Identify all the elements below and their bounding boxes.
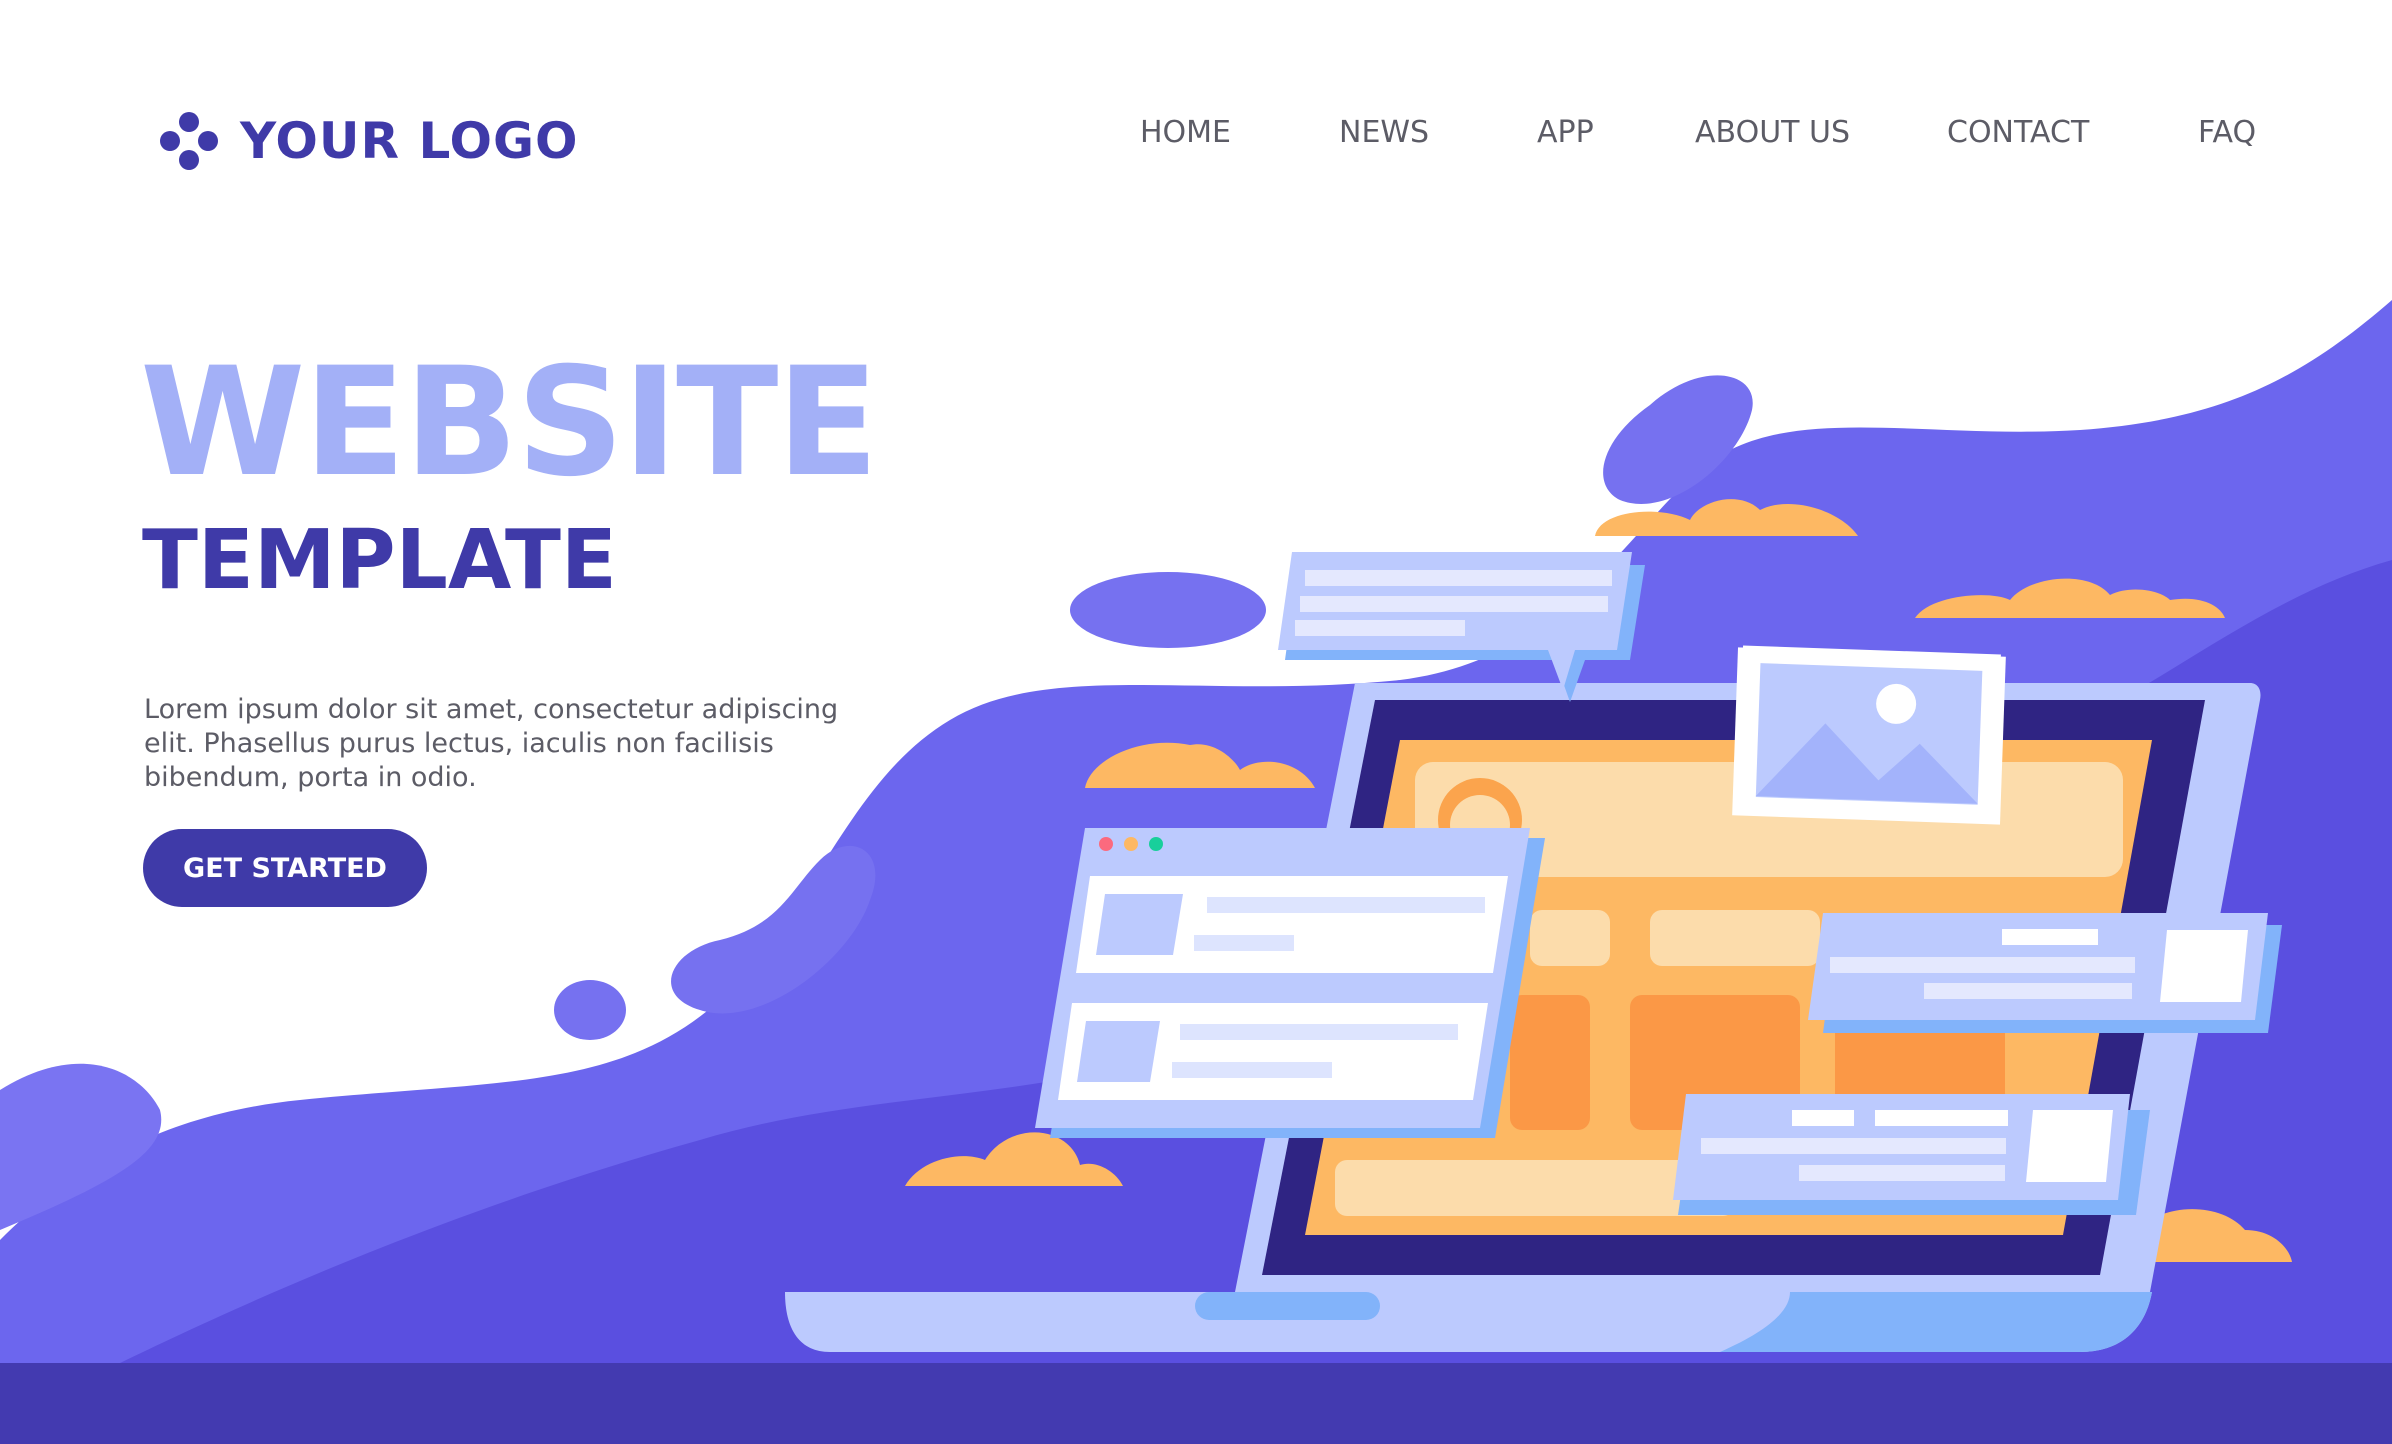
notification-card bbox=[1808, 913, 2282, 1033]
nav-about-us[interactable]: ABOUT US bbox=[1695, 115, 1850, 150]
browser-window bbox=[1035, 828, 1545, 1138]
footer-bar bbox=[0, 1363, 2392, 1444]
blob bbox=[1070, 572, 1266, 648]
laptop-notch bbox=[1195, 1292, 1380, 1320]
nav-home[interactable]: HOME bbox=[1140, 115, 1231, 150]
hero-title: WEBSITE bbox=[140, 336, 879, 510]
screen-pill bbox=[1530, 910, 1610, 966]
nav-faq[interactable]: FAQ bbox=[2198, 115, 2256, 150]
hero-description: Lorem ipsum dolor sit amet, consectetur … bbox=[144, 694, 839, 793]
nav-contact[interactable]: CONTACT bbox=[1947, 115, 2089, 150]
get-started-button[interactable]: GET STARTED bbox=[143, 829, 427, 907]
notification-card bbox=[1673, 1094, 2150, 1215]
nav-news[interactable]: NEWS bbox=[1339, 115, 1429, 150]
nav-app[interactable]: APP bbox=[1537, 115, 1594, 150]
image-card bbox=[1737, 645, 2001, 823]
blob bbox=[554, 980, 626, 1040]
screen-card bbox=[1510, 995, 1590, 1130]
main-nav: HOME NEWS APP ABOUT US CONTACT FAQ bbox=[0, 115, 2392, 155]
screen-pill bbox=[1650, 910, 1820, 966]
hero-subtitle: TEMPLATE bbox=[142, 513, 617, 608]
